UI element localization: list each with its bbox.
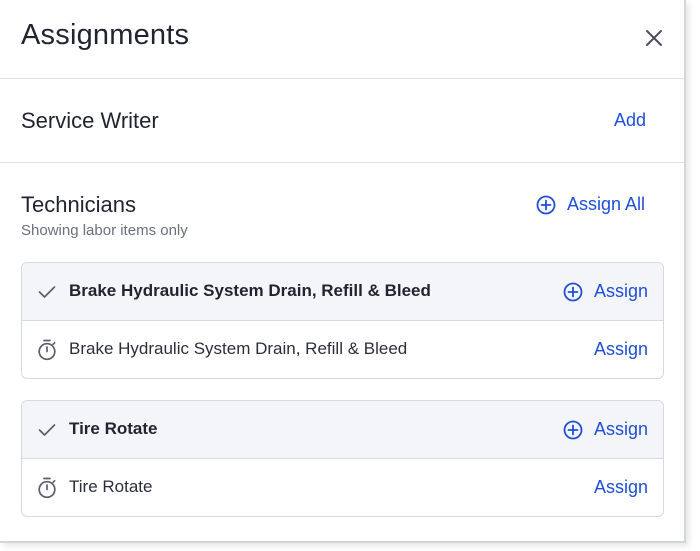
assign-labor-button[interactable]: Assign xyxy=(594,339,648,360)
assign-technician-button[interactable]: Assign xyxy=(563,281,648,302)
service-writer-section: Service Writer Add xyxy=(0,79,684,163)
add-service-writer-button[interactable]: Add xyxy=(614,110,646,131)
labor-line-title: Brake Hydraulic System Drain, Refill & B… xyxy=(69,339,408,358)
assign-labor-button[interactable]: Assign xyxy=(594,477,648,498)
technicians-title: Technicians xyxy=(21,192,136,217)
assignments-dialog: Assignments Service Writer Add Technicia… xyxy=(0,0,686,543)
plus-circle-icon xyxy=(536,195,556,214)
plus-circle-icon xyxy=(563,420,583,439)
labor-line-row: Tire Rotate Assign xyxy=(22,459,663,516)
plus-circle-icon xyxy=(563,282,583,301)
labor-line-row: Brake Hydraulic System Drain, Refill & B… xyxy=(22,321,663,378)
close-icon xyxy=(646,30,662,46)
checkmark-icon xyxy=(37,419,57,441)
assign-all-label: Assign All xyxy=(567,194,646,214)
stopwatch-icon xyxy=(37,339,57,361)
checkmark-icon xyxy=(37,281,57,303)
assign-label: Assign xyxy=(594,281,649,301)
labor-item-title: Tire Rotate xyxy=(69,419,158,438)
assign-technician-button[interactable]: Assign xyxy=(563,419,648,440)
labor-item-card: Brake Hydraulic System Drain, Refill & B… xyxy=(21,262,664,379)
labor-item-header-row: Brake Hydraulic System Drain, Refill & B… xyxy=(22,263,663,321)
assign-label: Assign xyxy=(594,419,649,439)
close-button[interactable] xyxy=(638,22,670,54)
dialog-title: Assignments xyxy=(21,19,190,51)
stopwatch-icon xyxy=(37,477,57,499)
service-writer-title: Service Writer xyxy=(21,108,159,133)
labor-line-title: Tire Rotate xyxy=(69,477,153,496)
assign-all-button[interactable]: Assign All xyxy=(536,194,645,215)
labor-item-title: Brake Hydraulic System Drain, Refill & B… xyxy=(69,281,431,300)
technicians-subtitle: Showing labor items only xyxy=(21,222,188,239)
labor-item-card: Tire Rotate Assign Tire Rotate Assign xyxy=(21,400,664,517)
labor-item-header-row: Tire Rotate Assign xyxy=(22,401,663,459)
dialog-header: Assignments xyxy=(0,0,684,79)
